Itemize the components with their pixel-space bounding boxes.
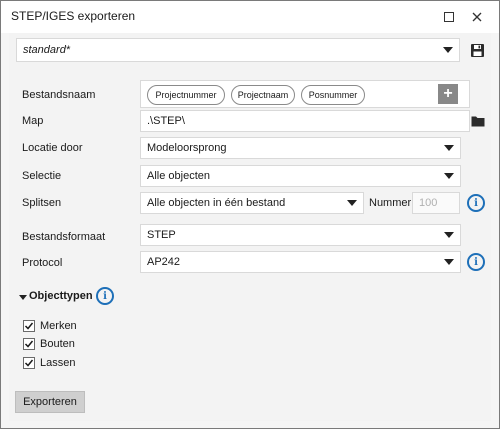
splitsen-value: Alle objecten in één bestand: [147, 197, 286, 209]
merken-checkbox[interactable]: [23, 320, 35, 332]
chip-projectnaam[interactable]: Projectnaam: [231, 85, 295, 105]
collapse-arrow-icon[interactable]: [19, 295, 27, 300]
title-bar: STEP/IGES exporteren: [1, 1, 499, 33]
bouten-label: Bouten: [40, 338, 75, 350]
preset-dropdown[interactable]: standard*: [16, 38, 460, 62]
map-input[interactable]: .\STEP\: [140, 110, 470, 132]
chevron-down-icon: [444, 145, 454, 151]
bestandsformaat-dropdown[interactable]: STEP: [140, 224, 461, 246]
locatie-label: Locatie door: [22, 142, 83, 154]
lassen-checkbox[interactable]: [23, 357, 35, 369]
bestandsnaam-field: Projectnummer Projectnaam Posnummer +: [140, 80, 470, 108]
map-value: .\STEP\: [147, 115, 185, 127]
merken-label: Merken: [40, 320, 77, 332]
export-dialog: STEP/IGES exporteren standard* Bestandsn…: [0, 0, 500, 429]
info-icon[interactable]: i: [467, 194, 485, 212]
selectie-dropdown[interactable]: Alle objecten: [140, 165, 461, 187]
chevron-down-icon: [443, 47, 453, 53]
objecttypen-title[interactable]: Objecttypen: [29, 290, 93, 302]
bestandsnaam-label: Bestandsnaam: [22, 89, 96, 101]
info-icon[interactable]: i: [467, 253, 485, 271]
selectie-value: Alle objecten: [147, 170, 210, 182]
add-token-button[interactable]: +: [438, 84, 458, 104]
bouten-checkbox[interactable]: [23, 338, 35, 350]
protocol-label: Protocol: [22, 257, 63, 269]
preset-value: standard*: [23, 44, 71, 56]
bestandsformaat-label: Bestandsformaat: [22, 231, 106, 243]
splitsen-label: Splitsen: [22, 197, 62, 209]
close-icon[interactable]: [467, 7, 487, 27]
locatie-value: Modeloorsprong: [147, 142, 227, 154]
lassen-label: Lassen: [40, 357, 76, 369]
protocol-dropdown[interactable]: AP242: [140, 251, 461, 273]
content-panel: standard* Bestandsnaam Projectnummer Pro…: [9, 33, 491, 421]
chevron-down-icon: [444, 173, 454, 179]
locatie-dropdown[interactable]: Modeloorsprong: [140, 137, 461, 159]
bestandsformaat-value: STEP: [147, 229, 176, 241]
nummer-input[interactable]: 100: [412, 192, 460, 214]
protocol-value: AP242: [147, 256, 181, 268]
chip-posnummer[interactable]: Posnummer: [301, 85, 365, 105]
chip-projectnummer[interactable]: Projectnummer: [147, 85, 225, 105]
folder-icon[interactable]: [470, 113, 486, 129]
map-label: Map: [22, 115, 44, 127]
splitsen-dropdown[interactable]: Alle objecten in één bestand: [140, 192, 364, 214]
save-icon[interactable]: [466, 39, 488, 61]
chevron-down-icon: [444, 232, 454, 238]
chevron-down-icon: [347, 200, 357, 206]
window-title: STEP/IGES exporteren: [11, 9, 136, 23]
nummer-value: 100: [419, 197, 438, 209]
chevron-down-icon: [444, 259, 454, 265]
info-icon[interactable]: i: [96, 287, 114, 305]
nummer-label: Nummer: [369, 197, 412, 209]
selectie-label: Selectie: [22, 170, 62, 182]
restore-icon[interactable]: [439, 7, 459, 27]
export-button[interactable]: Exporteren: [15, 391, 85, 413]
